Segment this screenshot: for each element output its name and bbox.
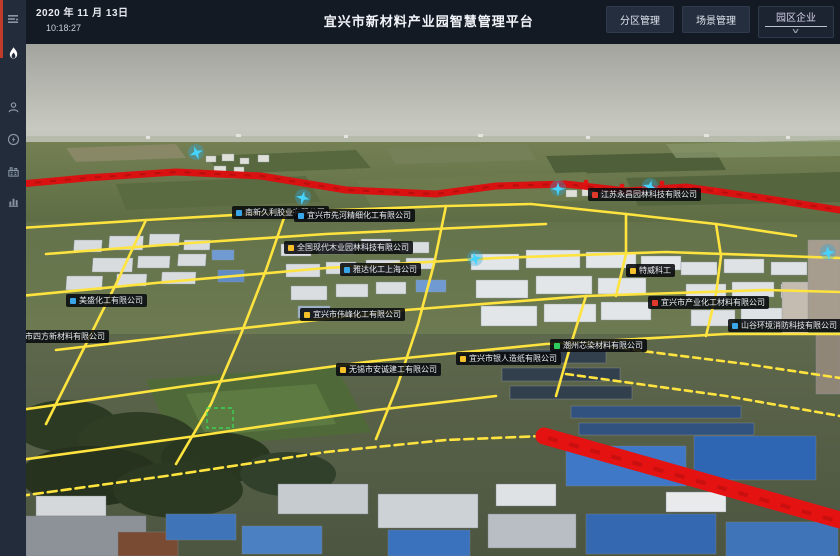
company-marker-icon	[340, 367, 346, 373]
company-label-text: 宜兴市先河精细化工有限公司	[307, 209, 411, 222]
company-marker-icon	[554, 343, 560, 349]
company-marker-icon	[732, 323, 738, 329]
park-enterprise-dropdown[interactable]: 园区企业 ∨	[758, 6, 834, 38]
company-marker-icon	[344, 267, 350, 273]
map-company-label[interactable]: 无锡市安诚建工有限公司	[336, 363, 441, 376]
map-company-label[interactable]: 山谷环境消防科技有限公司	[728, 319, 840, 332]
company-marker-icon	[460, 356, 466, 362]
company-marker-icon	[304, 312, 310, 318]
top-bar: 2020 年 11 月 13日 10:18:27 宜兴市新材料产业园智慧管理平台…	[26, 0, 840, 44]
map-company-label[interactable]: 宜兴市产业化工材料有限公司	[648, 296, 769, 309]
header-actions: 分区管理 场景管理 园区企业 ∨	[606, 6, 834, 38]
company-label-text: 宜兴市产业化工材料有限公司	[661, 296, 765, 309]
company-label-text: 无锡市安诚建工有限公司	[349, 363, 437, 376]
tool-sidebar	[0, 0, 26, 556]
company-label-text: 宜兴市四方新材料有限公司	[26, 330, 105, 343]
company-label-text: 宜兴市伟峰化工有限公司	[313, 308, 401, 321]
map-company-label[interactable]: 宜兴市先河精细化工有限公司	[294, 209, 415, 222]
dropdown-label: 园区企业	[765, 9, 827, 27]
company-marker-icon	[652, 300, 658, 306]
factory-icon[interactable]	[0, 158, 26, 184]
active-indicator	[0, 0, 3, 58]
map-company-label[interactable]: 宜兴市银人造纸有限公司	[456, 352, 561, 365]
company-marker-icon	[70, 298, 76, 304]
lightning-circle-icon[interactable]	[0, 126, 26, 152]
map-company-label[interactable]: 宜兴市伟峰化工有限公司	[300, 308, 405, 321]
current-time: 10:18:27	[46, 23, 129, 33]
map-3d-viewport[interactable]: 南新久利胶业有限公司宜兴市先河精细化工有限公司全国现代木业园林科技有限公司雅达化…	[26, 44, 840, 556]
map-company-label[interactable]: 宜兴市四方新材料有限公司	[26, 330, 109, 343]
map-company-label[interactable]: 雅达化工上海公司	[340, 263, 421, 276]
scene-management-button[interactable]: 场景管理	[682, 6, 750, 33]
map-company-label[interactable]: 美盛化工有限公司	[66, 294, 147, 307]
flame-icon[interactable]	[0, 40, 26, 66]
map-company-label[interactable]: 潮州芯染材料有限公司	[550, 339, 647, 352]
company-marker-icon	[288, 245, 294, 251]
person-icon[interactable]	[0, 94, 26, 120]
zone-management-button[interactable]: 分区管理	[606, 6, 674, 33]
company-label-text: 宜兴市银人造纸有限公司	[469, 352, 557, 365]
chevron-down-icon: ∨	[791, 27, 800, 36]
company-marker-icon	[592, 192, 598, 198]
page-title: 宜兴市新材料产业园智慧管理平台	[324, 11, 534, 30]
map-company-label[interactable]: 全国现代木业园林科技有限公司	[284, 241, 413, 254]
company-label-text: 雅达化工上海公司	[353, 263, 417, 276]
company-marker-icon	[630, 268, 636, 274]
company-label-text: 全国现代木业园林科技有限公司	[297, 241, 409, 254]
company-label-text: 潮州芯染材料有限公司	[563, 339, 643, 352]
hamburger-menu-icon[interactable]	[0, 6, 26, 32]
bar-chart-icon[interactable]	[0, 188, 26, 214]
company-marker-icon	[236, 210, 242, 216]
company-label-text: 美盛化工有限公司	[79, 294, 143, 307]
datetime-block: 2020 年 11 月 13日 10:18:27	[36, 4, 129, 33]
map-label-layer: 南新久利胶业有限公司宜兴市先河精细化工有限公司全国现代木业园林科技有限公司雅达化…	[26, 44, 840, 556]
map-company-label[interactable]: 江苏永昌园林科技有限公司	[588, 188, 701, 201]
app-window: 2020 年 11 月 13日 10:18:27 宜兴市新材料产业园智慧管理平台…	[0, 0, 840, 556]
map-company-label[interactable]: 特威科工	[626, 264, 675, 277]
company-label-text: 特威科工	[639, 264, 671, 277]
current-date: 2020 年 11 月 13日	[36, 4, 129, 19]
company-label-text: 山谷环境消防科技有限公司	[741, 319, 837, 332]
company-label-text: 江苏永昌园林科技有限公司	[601, 188, 697, 201]
company-marker-icon	[298, 213, 304, 219]
